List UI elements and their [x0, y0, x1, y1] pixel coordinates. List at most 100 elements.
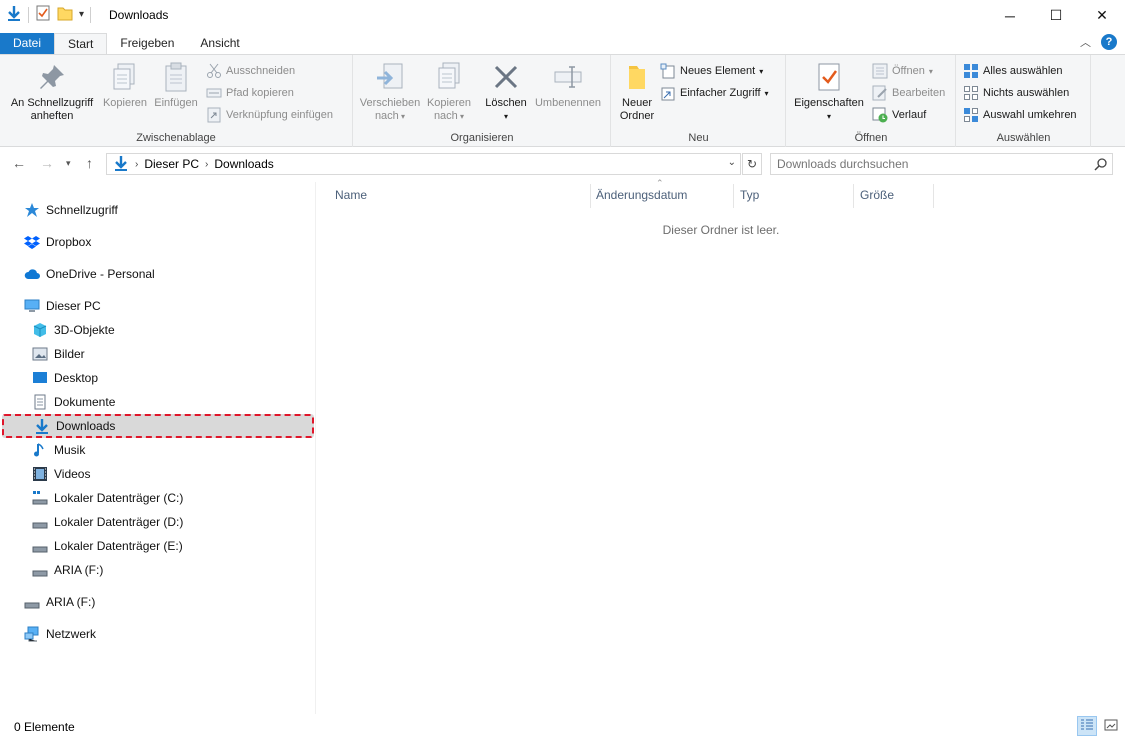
new-group-label: Neu — [688, 132, 709, 144]
paste-button[interactable]: Einfügen — [150, 61, 202, 110]
sidebar-item-aria-f-root[interactable]: ARIA (F:) — [24, 590, 95, 614]
properties-quick-icon[interactable] — [35, 5, 51, 24]
column-header-size[interactable]: Größe — [860, 182, 933, 208]
column-divider[interactable] — [853, 184, 854, 208]
select-none-button[interactable]: Nichts auswählen — [963, 84, 1069, 102]
search-box[interactable] — [770, 153, 1113, 175]
delete-x-icon — [490, 61, 522, 93]
drive-icon — [32, 538, 48, 554]
new-item-button[interactable]: Neues Element ▾ — [660, 62, 763, 80]
sidebar-item-this-pc[interactable]: Dieser PC — [24, 294, 101, 318]
drive-icon — [32, 562, 48, 578]
column-divider[interactable] — [733, 184, 734, 208]
sidebar-item-dropbox[interactable]: Dropbox — [24, 230, 91, 254]
select-all-button[interactable]: Alles auswählen — [963, 62, 1063, 80]
sidebar-item-drive-c[interactable]: Lokaler Datenträger (C:) — [32, 486, 183, 510]
copy-icon — [109, 61, 141, 93]
sidebar-item-downloads[interactable]: Downloads — [2, 414, 314, 438]
column-divider[interactable] — [590, 184, 591, 208]
sidebar-item-onedrive[interactable]: OneDrive - Personal — [24, 262, 155, 286]
search-icon[interactable] — [1094, 157, 1108, 174]
new-folder-quick-icon[interactable] — [57, 5, 73, 24]
sidebar-item-music[interactable]: Musik — [32, 438, 85, 462]
scissors-icon — [206, 63, 222, 79]
easy-access-button[interactable]: Einfacher Zugriff ▾ — [660, 84, 769, 102]
new-folder-button[interactable]: Neuer Ordner — [616, 61, 658, 123]
sidebar-item-network[interactable]: Netzwerk — [24, 622, 96, 646]
open-button[interactable]: Öffnen ▾ — [872, 62, 933, 80]
breadcrumb-separator-icon[interactable]: › — [135, 159, 138, 170]
download-icon — [34, 418, 50, 434]
select-none-icon — [963, 85, 979, 101]
tab-file[interactable]: Datei — [0, 33, 55, 54]
sidebar-item-pictures[interactable]: Bilder — [32, 342, 85, 366]
tab-view[interactable]: Ansicht — [187, 33, 252, 54]
sidebar-item-aria-f[interactable]: ARIA (F:) — [32, 558, 103, 582]
up-arrow-icon[interactable]: ↑ — [86, 155, 93, 171]
collapse-ribbon-icon[interactable]: ︿ — [1080, 34, 1091, 50]
sidebar-item-drive-d[interactable]: Lokaler Datenträger (D:) — [32, 510, 183, 534]
cut-button[interactable]: Ausschneiden — [206, 62, 295, 80]
picture-icon — [32, 346, 48, 362]
rename-button[interactable]: Umbenennen — [530, 61, 606, 110]
move-to-button[interactable]: Verschieben nach ▾ — [358, 61, 422, 123]
cloud-icon — [24, 266, 40, 282]
open-icon — [872, 63, 888, 79]
video-icon — [32, 466, 48, 482]
select-group: Alles auswählen Nichts auswählen Auswahl… — [957, 55, 1091, 147]
edit-button[interactable]: Bearbeiten — [872, 84, 945, 102]
column-header-name[interactable]: Name — [335, 182, 590, 208]
sidebar-item-desktop[interactable]: Desktop — [32, 366, 98, 390]
open-group: Eigenschaften ▾ Öffnen ▾ Bearbeiten Verl… — [787, 55, 956, 147]
clipboard-icon — [160, 61, 192, 93]
recent-locations-icon[interactable]: ▾ — [66, 158, 71, 169]
minimize-button[interactable]: ─ — [987, 0, 1033, 31]
column-header-type[interactable]: Typ — [740, 182, 853, 208]
file-list: Name ⌃ Änderungsdatum Typ Größe Dieser O… — [317, 178, 1125, 714]
address-bar[interactable]: › Dieser PC › Downloads ⌄ — [106, 153, 741, 175]
pin-quick-access-button[interactable]: An Schnellzugriff anheften — [4, 61, 100, 123]
breadcrumb-separator-icon[interactable]: › — [205, 159, 208, 170]
sidebar-item-drive-e[interactable]: Lokaler Datenträger (E:) — [32, 534, 183, 558]
sidebar-item-quick-access[interactable]: Schnellzugriff — [24, 198, 118, 222]
column-divider[interactable] — [933, 184, 934, 208]
paste-shortcut-button[interactable]: Verknüpfung einfügen — [206, 106, 333, 124]
history-button[interactable]: Verlauf — [872, 106, 926, 124]
tab-start[interactable]: Start — [54, 33, 108, 54]
copy-path-button[interactable]: Pfad kopieren — [206, 84, 294, 102]
delete-button[interactable]: Löschen ▾ — [482, 61, 530, 123]
maximize-button[interactable]: ☐ — [1033, 0, 1079, 31]
copy-button[interactable]: Kopieren — [100, 61, 150, 110]
column-header-modified[interactable]: Änderungsdatum — [596, 182, 733, 208]
properties-icon — [813, 61, 845, 93]
sidebar-item-videos[interactable]: Videos — [32, 462, 90, 486]
sidebar-item-documents[interactable]: Dokumente — [32, 390, 115, 414]
status-bar: 0 Elemente — [0, 714, 1125, 739]
search-input[interactable] — [771, 154, 1071, 174]
document-icon — [32, 394, 48, 410]
breadcrumb-item[interactable]: Downloads — [214, 157, 273, 171]
help-icon[interactable]: ? — [1101, 34, 1117, 50]
close-button[interactable]: ✕ — [1079, 0, 1125, 31]
path-icon — [206, 85, 222, 101]
properties-button[interactable]: Eigenschaften ▾ — [789, 61, 869, 123]
quick-access-toolbar: ▾ — [6, 5, 92, 24]
back-arrow-icon[interactable]: ← — [12, 155, 26, 171]
sidebar-item-3d-objects[interactable]: 3D-Objekte — [32, 318, 115, 342]
forward-arrow-icon[interactable]: → — [40, 155, 54, 171]
item-count: 0 Elemente — [14, 720, 75, 734]
tab-share[interactable]: Freigeben — [107, 33, 187, 54]
breadcrumb-item[interactable]: Dieser PC — [144, 157, 199, 171]
star-icon — [24, 202, 40, 218]
address-row: ← → ▾ ↑ › Dieser PC › Downloads ⌄ ↻ — [0, 150, 1125, 178]
customize-toolbar-icon[interactable]: ▾ — [79, 9, 84, 20]
address-dropdown-icon[interactable]: ⌄ — [728, 157, 736, 168]
details-view-button[interactable] — [1077, 716, 1097, 736]
copy-to-button[interactable]: Kopieren nach ▾ — [424, 61, 474, 123]
details-view-icon — [1080, 718, 1094, 735]
music-icon — [32, 442, 48, 458]
invert-selection-button[interactable]: Auswahl umkehren — [963, 106, 1077, 124]
navigation-pane: Schnellzugriff Dropbox OneDrive - Person… — [0, 182, 316, 714]
refresh-button[interactable]: ↻ — [742, 153, 762, 175]
large-icons-view-button[interactable] — [1101, 716, 1121, 736]
